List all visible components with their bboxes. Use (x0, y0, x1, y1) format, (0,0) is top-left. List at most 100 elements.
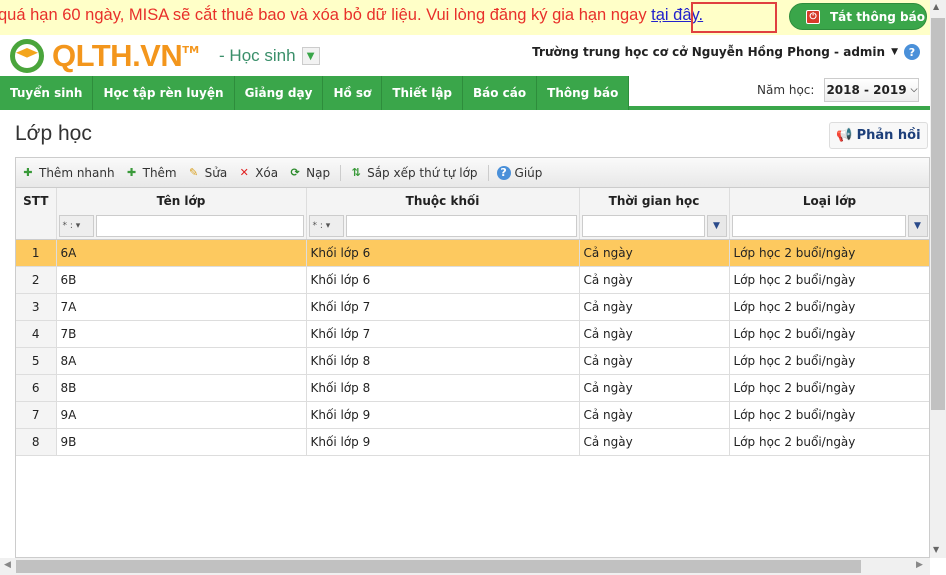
caret-down-icon: ▼ (891, 47, 898, 57)
table-cell: Cả ngày (579, 401, 730, 429)
reload-button[interactable]: ⟳ Nạp (288, 165, 331, 180)
table-cell: Cả ngày (579, 347, 730, 375)
refresh-icon: ⟳ (290, 166, 300, 179)
col-stt[interactable]: STT (16, 188, 57, 240)
nav-tab[interactable]: Báo cáo (463, 76, 538, 110)
table-row[interactable]: 4 7B Khối lớp 7 Cả ngày Lớp học 2 buổi/ngày (16, 320, 929, 348)
table-cell: Khối lớp 9 (306, 428, 580, 456)
add-label: Thêm (142, 165, 177, 180)
add-page-icon: ✚ (23, 166, 33, 179)
sort-label: Sắp xếp thứ tự lớp (367, 165, 478, 180)
table-cell: Lớp học 2 buổi/ngày (729, 374, 929, 402)
table-cell: Cả ngày (579, 239, 730, 267)
year-select[interactable]: 2018 - 2019 ⌵ (824, 78, 920, 102)
table-cell: 6 (16, 374, 57, 402)
table-cell: Khối lớp 6 (306, 239, 580, 267)
table-cell: 7B (56, 320, 307, 348)
table-cell: Lớp học 2 buổi/ngày (729, 320, 929, 348)
turn-off-notice-button[interactable]: ⏻ Tắt thông báo (789, 3, 927, 30)
horizontal-scrollbar[interactable]: ◀ ▶ (0, 558, 930, 575)
table-cell: Khối lớp 8 (306, 374, 580, 402)
feedback-label: Phản hồi (856, 128, 921, 143)
table-cell: 2 (16, 266, 57, 294)
table-cell: 4 (16, 320, 57, 348)
schedule-filter[interactable]: ▼ (581, 215, 727, 237)
graduation-cap-icon (2, 36, 52, 76)
link-highlight-box (691, 2, 777, 33)
user-menu[interactable]: Trường trung học cơ cở Nguyễn Hồng Phong… (532, 44, 920, 60)
col-grade[interactable]: Thuộc khối (306, 188, 580, 213)
reload-label: Nạp (306, 165, 331, 180)
header-row: STT Tên lớp Thuộc khối Thời gian học Loạ… (16, 188, 929, 240)
table-cell: 9A (56, 401, 307, 429)
table-cell: Cả ngày (579, 428, 730, 456)
table-cell: Khối lớp 7 (306, 320, 580, 348)
nav-tab[interactable]: Tuyển sinh (0, 76, 94, 110)
table-cell: Lớp học 2 buổi/ngày (729, 428, 929, 456)
table-cell: Khối lớp 8 (306, 347, 580, 375)
delete-label: Xóa (255, 165, 279, 180)
help-button[interactable]: ? Giúp (496, 165, 542, 180)
table-cell: Khối lớp 7 (306, 293, 580, 321)
help-icon[interactable]: ? (904, 44, 920, 60)
table-cell: Lớp học 2 buổi/ngày (729, 239, 929, 267)
table-cell: 6A (56, 239, 307, 267)
table-cell: Lớp học 2 buổi/ngày (729, 401, 929, 429)
edit-label: Sửa (204, 165, 228, 180)
filter-operator[interactable]: * : ▾ (308, 215, 344, 237)
class-type-filter[interactable]: ▼ (731, 215, 928, 237)
table-cell: Khối lớp 6 (306, 266, 580, 294)
school-year: Năm học: 2018 - 2019 ⌵ (757, 78, 920, 102)
nav-tab[interactable]: Hồ sơ (323, 76, 383, 110)
feedback-button[interactable]: 📢 Phản hồi (829, 122, 928, 149)
nav-tab[interactable]: Thiết lập (382, 76, 464, 110)
table-cell: 1 (16, 239, 57, 267)
quick-add-label: Thêm nhanh (39, 165, 115, 180)
role-dropdown[interactable]: ▼ (301, 47, 320, 65)
add-button[interactable]: ✚ Thêm (125, 166, 177, 180)
col-class-type[interactable]: Loại lớp (729, 188, 929, 213)
operator-label: * : (312, 221, 323, 231)
user-name: Trường trung học cơ cở Nguyễn Hồng Phong… (532, 45, 886, 59)
table-cell: Khối lớp 9 (306, 401, 580, 429)
chevron-down-icon: ⌵ (910, 85, 918, 95)
edit-button[interactable]: ✎ Sửa (187, 165, 228, 180)
table-cell: 3 (16, 293, 57, 321)
class-name-filter[interactable] (95, 215, 304, 237)
table-row[interactable]: 1 6A Khối lớp 6 Cả ngày Lớp học 2 buổi/ngày (16, 239, 929, 267)
sort-arrows-icon: ⇅ (351, 166, 361, 179)
table-row[interactable]: 8 9B Khối lớp 9 Cả ngày Lớp học 2 buổi/ngày (16, 428, 929, 456)
col-schedule[interactable]: Thời gian học (579, 188, 730, 213)
banner-message: quá hạn 60 ngày, MISA sẽ cắt thuê bao và… (0, 6, 652, 24)
col-class-name[interactable]: Tên lớp (56, 188, 307, 213)
table-row[interactable]: 5 8A Khối lớp 8 Cả ngày Lớp học 2 buổi/ngày (16, 347, 929, 375)
table-cell: Cả ngày (579, 320, 730, 348)
logo[interactable]: QLTH.VN TM - Học sinh ▼ (2, 36, 320, 76)
grid-table: STT Tên lớp Thuộc khối Thời gian học Loạ… (16, 188, 929, 456)
table-row[interactable]: 2 6B Khối lớp 6 Cả ngày Lớp học 2 buổi/ngày (16, 266, 929, 294)
sort-classes-button[interactable]: ⇅ Sắp xếp thứ tự lớp (349, 166, 477, 180)
delete-button[interactable]: ✕ Xóa (237, 165, 279, 180)
chevron-down-icon[interactable]: ▼ (907, 215, 928, 237)
table-cell: Lớp học 2 buổi/ngày (729, 347, 929, 375)
year-label: Năm học: (757, 83, 815, 97)
chevron-down-icon[interactable]: ▼ (706, 215, 727, 237)
table-row[interactable]: 6 8B Khối lớp 8 Cả ngày Lớp học 2 buổi/ngày (16, 374, 929, 402)
off-button-label: Tắt thông báo (830, 9, 925, 24)
operator-label: * : (62, 221, 73, 231)
nav-tab[interactable]: Thông báo (537, 76, 630, 110)
grade-filter[interactable] (345, 215, 577, 237)
page-title: Lớp học (15, 122, 92, 145)
vertical-scrollbar[interactable]: ▲ ▼ (930, 0, 946, 558)
filter-operator[interactable]: * : ▾ (58, 215, 94, 237)
grid-toolbar: ✚ Thêm nhanh ✚ Thêm ✎ Sửa ✕ Xóa ⟳ Nạp ⇅ Sắp xế… (16, 158, 929, 188)
filter-row: * : ▾ * : ▾ ▼ ▼ (16, 213, 929, 240)
table-cell: 9B (56, 428, 307, 456)
nav-tab[interactable]: Học tập rèn luyện (93, 76, 235, 110)
quick-add-button[interactable]: ✚ Thêm nhanh (21, 165, 115, 180)
role-label: - Học sinh (219, 46, 296, 65)
table-row[interactable]: 7 9A Khối lớp 9 Cả ngày Lớp học 2 buổi/ngày (16, 401, 929, 429)
nav-tab[interactable]: Giảng dạy (234, 76, 324, 110)
add-page-icon: ✚ (127, 166, 137, 179)
table-row[interactable]: 3 7A Khối lớp 7 Cả ngày Lớp học 2 buổi/ngày (16, 293, 929, 321)
